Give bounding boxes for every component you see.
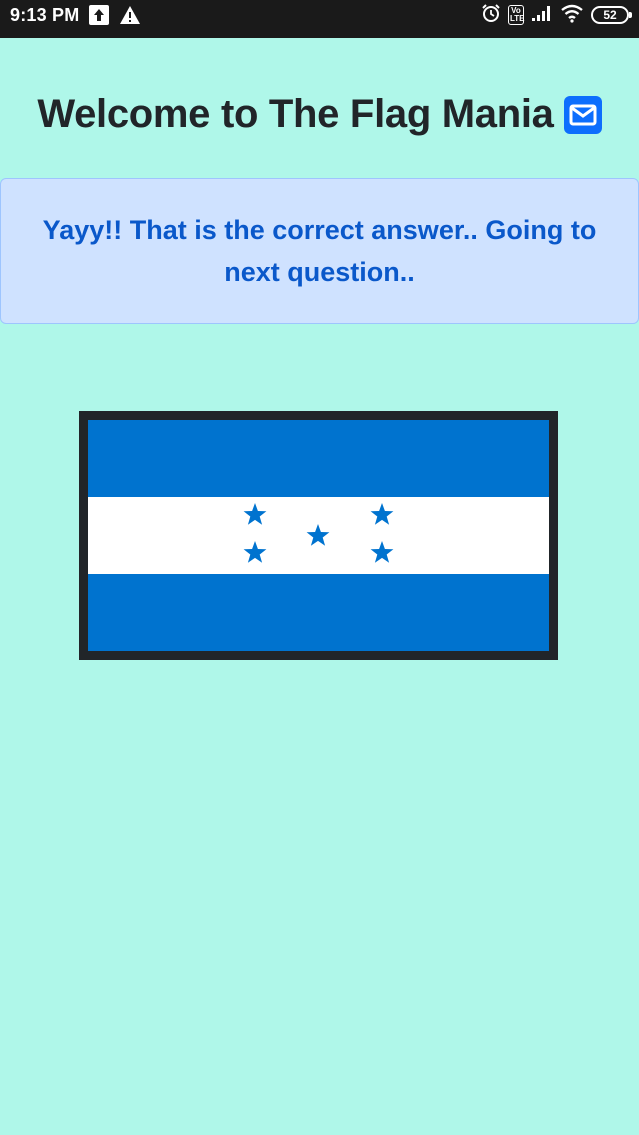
header: Welcome to The Flag Mania — [0, 92, 639, 137]
wifi-icon — [560, 3, 584, 28]
status-right: Vo LTE 52 — [481, 0, 632, 30]
status-bar: 9:13 PM Vo LTE 52 — [0, 0, 639, 38]
alarm-icon — [481, 3, 501, 28]
flag-image — [88, 420, 549, 651]
volte-icon: Vo LTE — [508, 5, 525, 25]
alert-message: Yayy!! That is the correct answer.. Goin… — [42, 215, 597, 287]
status-time: 9:13 PM — [10, 4, 80, 25]
upload-icon — [89, 5, 110, 25]
flag-top-stripe — [88, 420, 549, 497]
warning-icon — [119, 5, 141, 25]
battery-level: 52 — [603, 8, 617, 22]
page-title: Welcome to The Flag Mania — [37, 92, 554, 136]
status-left: 9:13 PM — [10, 0, 141, 30]
mail-icon[interactable] — [563, 95, 602, 134]
flag-frame — [79, 411, 558, 660]
flag-bottom-stripe — [88, 574, 549, 651]
signal-icon — [531, 4, 553, 27]
battery-icon: 52 — [591, 6, 632, 24]
success-alert: Yayy!! That is the correct answer.. Goin… — [0, 178, 639, 324]
